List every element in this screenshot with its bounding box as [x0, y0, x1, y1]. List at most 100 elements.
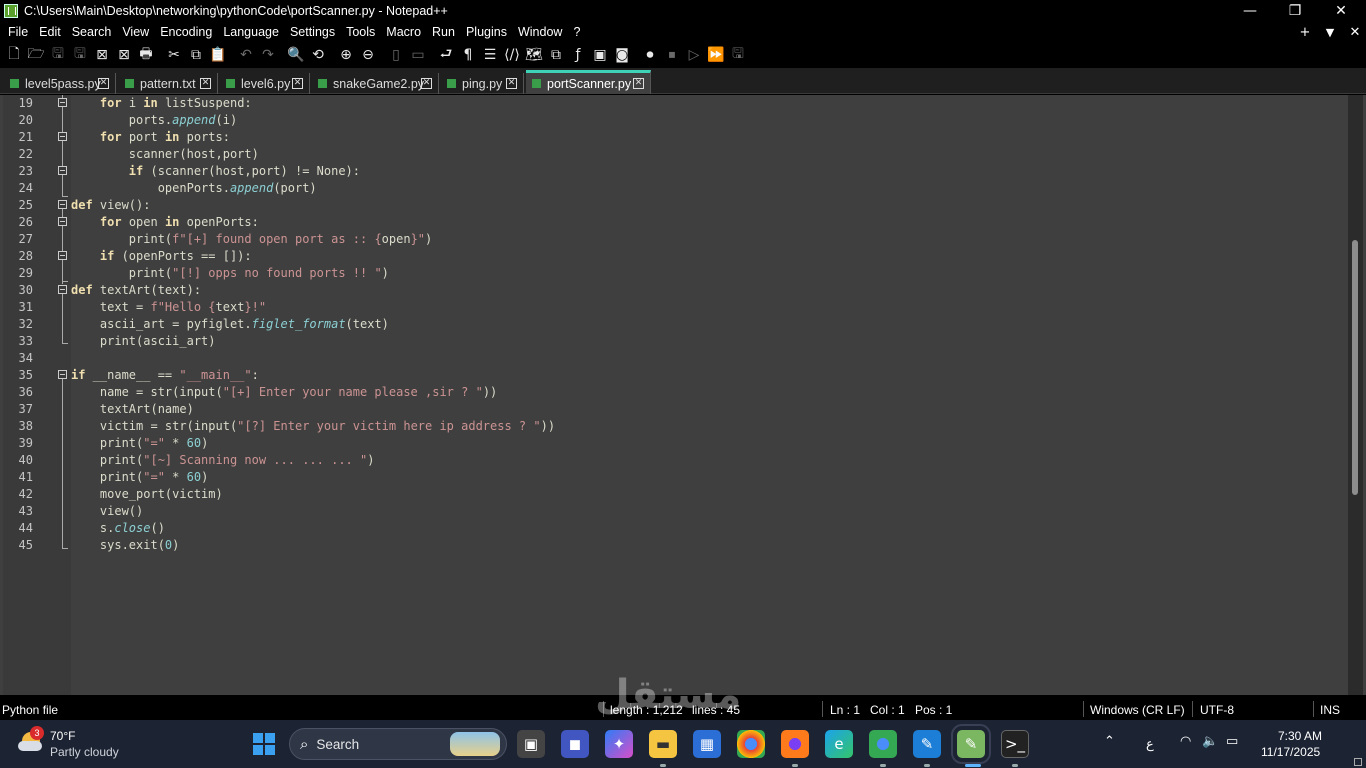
fold-toggle-icon[interactable] — [58, 98, 67, 107]
tab-level6[interactable]: level6.py ✕ — [220, 73, 310, 94]
store-icon[interactable]: ▦ — [693, 730, 721, 758]
clock-time[interactable]: 7:30 AM — [1278, 729, 1322, 743]
close-all-icon[interactable]: ⊠ — [113, 44, 135, 66]
redo-icon[interactable]: ↷ — [257, 44, 279, 66]
tab-label: level5pass.py — [25, 76, 101, 91]
tab-ping[interactable]: ping.py ✕ — [441, 73, 524, 94]
function-list-icon[interactable]: ƒ — [567, 44, 589, 66]
restore-button[interactable]: ❐ — [1272, 0, 1318, 22]
cut-icon[interactable]: ✂ — [163, 44, 185, 66]
edge-icon[interactable]: e — [825, 730, 853, 758]
tab-close-icon[interactable]: ✕ — [200, 78, 211, 89]
sync-horizontal-icon[interactable]: ▭ — [407, 44, 429, 66]
save-icon[interactable]: 🖫 — [47, 44, 69, 66]
print-icon[interactable]: 🖶 — [135, 44, 157, 66]
open-file-icon[interactable]: 🗁 — [25, 44, 47, 66]
menu-file[interactable]: File — [2, 25, 33, 39]
undo-icon[interactable]: ↶ — [235, 44, 257, 66]
code-text[interactable]: for i in listSuspend: ports.append(i) fo… — [71, 95, 1351, 695]
chrome-dev-icon[interactable] — [869, 730, 897, 758]
tab-close-icon[interactable]: ✕ — [292, 78, 303, 89]
menu-search[interactable]: Search — [66, 25, 117, 39]
menu-help[interactable]: ? — [567, 25, 585, 39]
menu-macro[interactable]: Macro — [380, 25, 426, 39]
battery-icon[interactable]: ▭ — [1226, 734, 1238, 749]
notepadpp-taskbar-icon[interactable]: ✎ — [951, 724, 991, 764]
scrollbar-thumb[interactable] — [1352, 240, 1358, 495]
fold-toggle-icon[interactable] — [58, 217, 67, 226]
paste-icon[interactable]: 📋 — [207, 44, 229, 66]
chrome-icon[interactable] — [737, 730, 765, 758]
tab-list-down-icon[interactable]: ▼ — [1321, 22, 1339, 42]
terminal-icon[interactable]: >_ — [1001, 730, 1029, 758]
save-macro-icon[interactable]: 🖫 — [727, 44, 749, 66]
tab-level5pass[interactable]: level5pass.py ✕ — [4, 73, 116, 94]
menu-window[interactable]: Window — [512, 25, 567, 39]
fold-toggle-icon[interactable] — [58, 132, 67, 141]
tab-pattern[interactable]: pattern.txt ✕ — [119, 73, 218, 94]
volume-icon[interactable]: 🔈 — [1202, 734, 1218, 749]
indent-guide-icon[interactable]: ☰ — [479, 44, 501, 66]
tab-portscanner[interactable]: portScanner.py ✕ — [526, 70, 651, 94]
play-macro-icon[interactable]: ▷ — [683, 44, 705, 66]
task-view-icon[interactable]: ▣ — [517, 730, 545, 758]
start-windows-icon[interactable] — [250, 730, 278, 758]
menu-view[interactable]: View — [116, 25, 154, 39]
weather-widget[interactable]: 3 — [18, 726, 44, 752]
sync-vertical-icon[interactable]: ▯ — [385, 44, 407, 66]
menu-plugins[interactable]: Plugins — [460, 25, 512, 39]
new-tab-plus-icon[interactable]: + — [1296, 22, 1314, 42]
word-wrap-icon[interactable]: ⮐ — [435, 44, 457, 66]
menu-run[interactable]: Run — [426, 25, 460, 39]
menu-encoding[interactable]: Encoding — [154, 25, 217, 39]
show-all-chars-icon[interactable]: ¶ — [457, 44, 479, 66]
menu-settings[interactable]: Settings — [284, 25, 340, 39]
monitoring-icon[interactable]: ◙ — [611, 44, 633, 66]
file-explorer-icon[interactable]: ▬ — [649, 730, 677, 758]
copilot-icon[interactable]: ✦ — [605, 730, 633, 758]
firefox-icon[interactable] — [781, 730, 809, 758]
doc-list-icon[interactable]: ⧉ — [545, 44, 567, 66]
fold-toggle-icon[interactable] — [58, 200, 67, 209]
zoom-out-icon[interactable]: ⊖ — [357, 44, 379, 66]
clock-date[interactable]: 11/17/2025 — [1261, 745, 1320, 759]
status-ins[interactable]: INS — [1320, 703, 1340, 717]
record-macro-icon[interactable]: ⏺ — [639, 44, 661, 66]
new-file-icon[interactable]: 🗋 — [3, 44, 25, 66]
paint-app-icon[interactable]: ✎ — [913, 730, 941, 758]
menu-tools[interactable]: Tools — [340, 25, 380, 39]
fold-toggle-icon[interactable] — [58, 370, 67, 379]
folder-workspace-icon[interactable]: ▣ — [589, 44, 611, 66]
fold-toggle-icon[interactable] — [58, 166, 67, 175]
close-doc-icon[interactable]: ✕ — [1346, 22, 1364, 42]
xml-tag-icon[interactable]: ⟨/⟩ — [501, 44, 523, 66]
tab-close-icon[interactable]: ✕ — [421, 78, 432, 89]
fold-toggle-icon[interactable] — [58, 285, 67, 294]
run-multiple-macro-icon[interactable]: ⏩ — [705, 44, 727, 66]
stop-macro-icon[interactable]: ⏹ — [661, 44, 683, 66]
close-button[interactable]: ✕ — [1318, 0, 1364, 22]
copy-icon[interactable]: ⧉ — [185, 44, 207, 66]
status-encoding[interactable]: UTF-8 — [1200, 703, 1234, 717]
menu-edit[interactable]: Edit — [33, 25, 66, 39]
input-language[interactable]: ع — [1146, 736, 1154, 752]
tab-close-icon[interactable]: ✕ — [506, 78, 517, 89]
minimize-button[interactable]: — — [1227, 0, 1273, 22]
save-all-icon[interactable]: 🖫 — [69, 44, 91, 66]
tab-close-icon[interactable]: ✕ — [633, 78, 644, 89]
replace-icon[interactable]: ⟲ — [307, 44, 329, 66]
tab-close-icon[interactable]: ✕ — [98, 78, 109, 89]
close-file-icon[interactable]: ⊠ — [91, 44, 113, 66]
chat-app-icon[interactable]: ◼ — [561, 730, 589, 758]
status-eol[interactable]: Windows (CR LF) — [1090, 703, 1185, 717]
tab-snakegame2[interactable]: snakeGame2.py ✕ — [312, 73, 439, 94]
menu-language[interactable]: Language — [217, 25, 284, 39]
find-icon[interactable]: 🔍 — [285, 44, 307, 66]
wifi-icon[interactable]: ◠ — [1180, 734, 1191, 749]
taskbar-search-box[interactable]: ⌕ Search — [289, 728, 507, 760]
zoom-in-icon[interactable]: ⊕ — [335, 44, 357, 66]
fold-toggle-icon[interactable] — [58, 251, 67, 260]
show-desktop-button[interactable] — [1354, 758, 1362, 766]
tray-overflow-chevron-icon[interactable]: ⌃ — [1104, 734, 1115, 749]
doc-map-icon[interactable]: 🗺 — [523, 44, 545, 66]
